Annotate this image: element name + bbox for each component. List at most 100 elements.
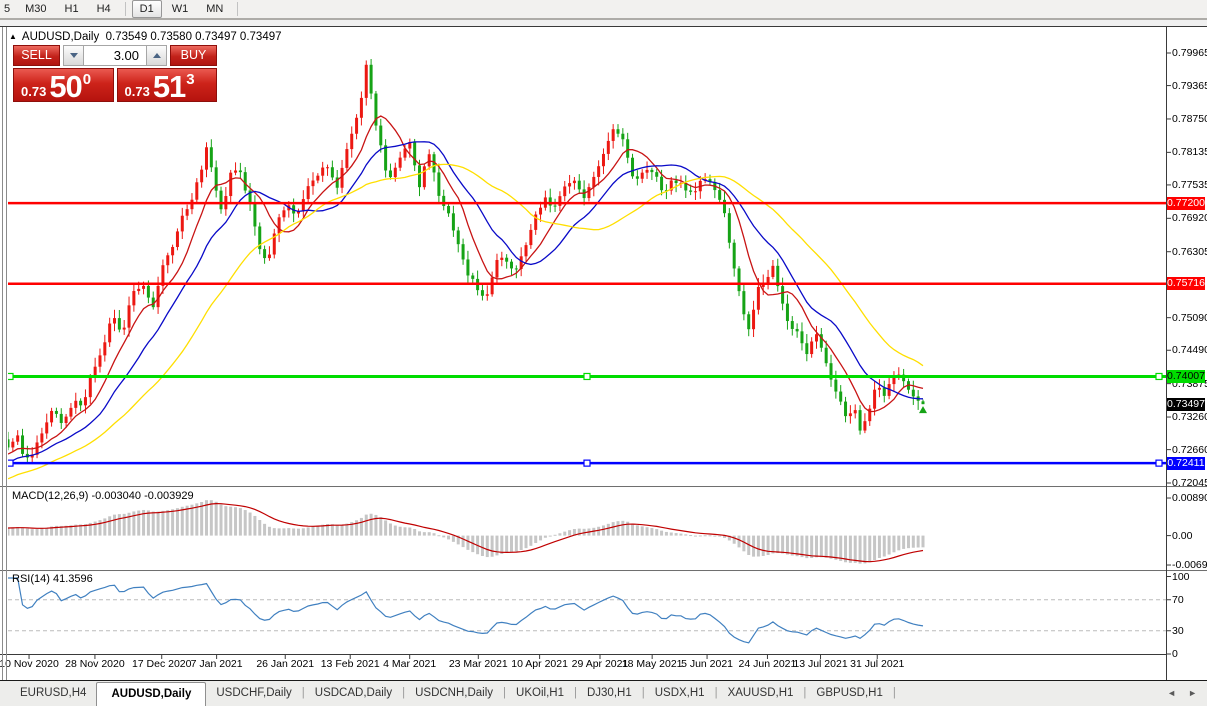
time-axis-label: 17 Dec 2020 [132,658,192,670]
tab-USDCAD-Daily[interactable]: USDCAD,Daily [305,681,402,706]
rsi-axis-label: 0 [1172,647,1206,661]
sell-price-big: 50 [49,74,81,99]
line-handle[interactable] [584,460,590,466]
window-frame-line [6,27,7,680]
line-handle[interactable] [1156,460,1162,466]
tab-scroll-left-icon[interactable]: ◄ [1167,688,1176,698]
toolbar-separator [237,2,238,16]
chart-tabs-bar: EURUSD,H4AUDUSD,DailyUSDCHF,Daily | USDCAD… [0,680,1207,706]
buy-price-display[interactable]: 0.73 51 3 [117,68,218,102]
time-axis-label: 29 Apr 2021 [572,658,629,670]
mt4-window: 5M30H1H4D1W1MN 0.799650.793650.787500.78… [0,0,1207,706]
timeframe-W1[interactable]: W1 [164,0,197,18]
volume-increase-button[interactable] [147,45,167,66]
price-axis-label: 0.77535 [1172,178,1206,192]
chart-canvas[interactable] [0,27,1207,680]
time-axis-label: 13 Jul 2021 [793,658,847,670]
time-axis-label: 24 Jun 2021 [739,658,797,670]
tab-EURUSD-H4[interactable]: EURUSD,H4 [10,681,96,706]
time-axis-label: 10 Nov 2020 [0,658,59,670]
macd-axis-label: 0.00 [1172,529,1206,543]
price-axis-label: 0.78750 [1172,112,1206,126]
current-price-badge: 0.73497 [1167,398,1205,411]
tab-AUDUSD-Daily[interactable]: AUDUSD,Daily [96,682,206,706]
price-axis-label: 0.72045 [1172,476,1206,490]
price-axis-label: 0.78135 [1172,145,1206,159]
rsi-axis-label: 70 [1172,593,1206,607]
chart-ohlc-values: 0.73549 0.73580 0.73497 0.73497 [106,31,282,43]
rsi-line[interactable] [8,578,923,643]
buy-button[interactable]: BUY [170,45,217,66]
macd-signal-line[interactable] [8,504,923,562]
price-axis-label: 0.79365 [1172,79,1206,93]
tab-GBPUSD-H1[interactable]: GBPUSD,H1 [806,681,892,706]
time-axis-label: 10 Apr 2021 [511,658,568,670]
time-axis-label: 7 Jan 2021 [191,658,243,670]
price-axis-label: 0.73260 [1172,410,1206,424]
tab-XAUUSD-H1[interactable]: XAUUSD,H1 [718,681,804,706]
price-level-badge: 0.72411 [1167,457,1205,470]
chart-title: ▲AUDUSD,Daily 0.73549 0.73580 0.73497 0.… [9,31,282,43]
collapse-panel-icon[interactable]: ▲ [9,32,17,41]
main-price-pane[interactable] [7,59,1167,479]
tab-scroll-right-icon[interactable]: ► [1188,688,1197,698]
price-level-badge: 0.75716 [1167,277,1205,290]
window-frame-line [2,27,3,680]
price-level-badge: 0.77200 [1167,197,1205,210]
tab-scroll-arrows: ◄► [1167,688,1197,698]
sell-price-prefix: 0.73 [21,84,46,99]
tab-USDCHF-Daily[interactable]: USDCHF,Daily [206,681,301,706]
sell-price-pip: 0 [83,69,91,88]
ma-fast-line[interactable] [8,116,923,454]
price-axis-label: 0.75090 [1172,311,1206,325]
time-axis-label: 28 Nov 2020 [65,658,125,670]
tab-USDX-H1[interactable]: USDX,H1 [645,681,715,706]
price-axis-label: 0.76920 [1172,211,1206,225]
line-handle[interactable] [584,373,590,379]
ma-mid-line[interactable] [8,142,923,463]
price-marker-arrow-icon[interactable] [919,406,927,413]
sell-price-display[interactable]: 0.73 50 0 [13,68,114,102]
tab-USDCNH-Daily[interactable]: USDCNH,Daily [405,681,503,706]
macd-label: MACD(12,26,9) -0.003040 -0.003929 [12,490,194,502]
time-axis-label: 4 Mar 2021 [383,658,436,670]
volume-decrease-button[interactable] [63,45,84,66]
tab-separator: | [893,681,896,706]
buy-price-pip: 3 [186,69,194,88]
timeframe-D1[interactable]: D1 [132,0,162,18]
line-handle[interactable] [7,460,13,466]
macd-axis-label: 0.008903 [1172,491,1206,505]
rsi-axis-label: 100 [1172,570,1206,584]
timeframe-H1[interactable]: H1 [57,0,87,18]
volume-input[interactable]: 3.00 [84,45,147,66]
tab-DJ30-H1[interactable]: DJ30,H1 [577,681,642,706]
line-handle[interactable] [1156,373,1162,379]
sell-button[interactable]: SELL [13,45,60,66]
timeframe-MN[interactable]: MN [198,0,231,18]
timeframe-toolbar: 5M30H1H4 D1W1MN [0,0,1207,20]
price-axis-label: 0.76305 [1172,245,1206,259]
time-axis-label: 18 May 2021 [622,658,683,670]
rsi-axis-label: 30 [1172,624,1206,638]
rsi-pane[interactable] [8,578,1166,643]
macd-pane[interactable] [7,500,925,563]
timeframe-5[interactable]: 5 [1,0,15,18]
buy-price-big: 51 [153,74,185,99]
price-axis-label: 0.72660 [1172,443,1206,457]
time-axis-label: 13 Feb 2021 [321,658,380,670]
line-handle[interactable] [7,373,13,379]
timeframe-H4[interactable]: H4 [89,0,119,18]
rsi-label: RSI(14) 41.3596 [12,573,93,585]
price-level-badge: 0.74007 [1167,370,1205,383]
spinner-up-icon [153,53,161,58]
time-axis-label: 26 Jan 2021 [256,658,314,670]
one-click-trading-panel: SELL 3.00 BUY 0.73 50 0 0.73 51 [13,45,217,102]
ma-slow-line[interactable] [8,164,923,478]
time-axis-label: 31 Jul 2021 [850,658,904,670]
buy-price-prefix: 0.73 [125,84,150,99]
timeframe-M30[interactable]: M30 [17,0,54,18]
toolbar-separator [125,2,126,16]
tab-UKOil-H1[interactable]: UKOil,H1 [506,681,574,706]
time-axis-label: 5 Jun 2021 [681,658,733,670]
time-axis-label: 23 Mar 2021 [449,658,508,670]
